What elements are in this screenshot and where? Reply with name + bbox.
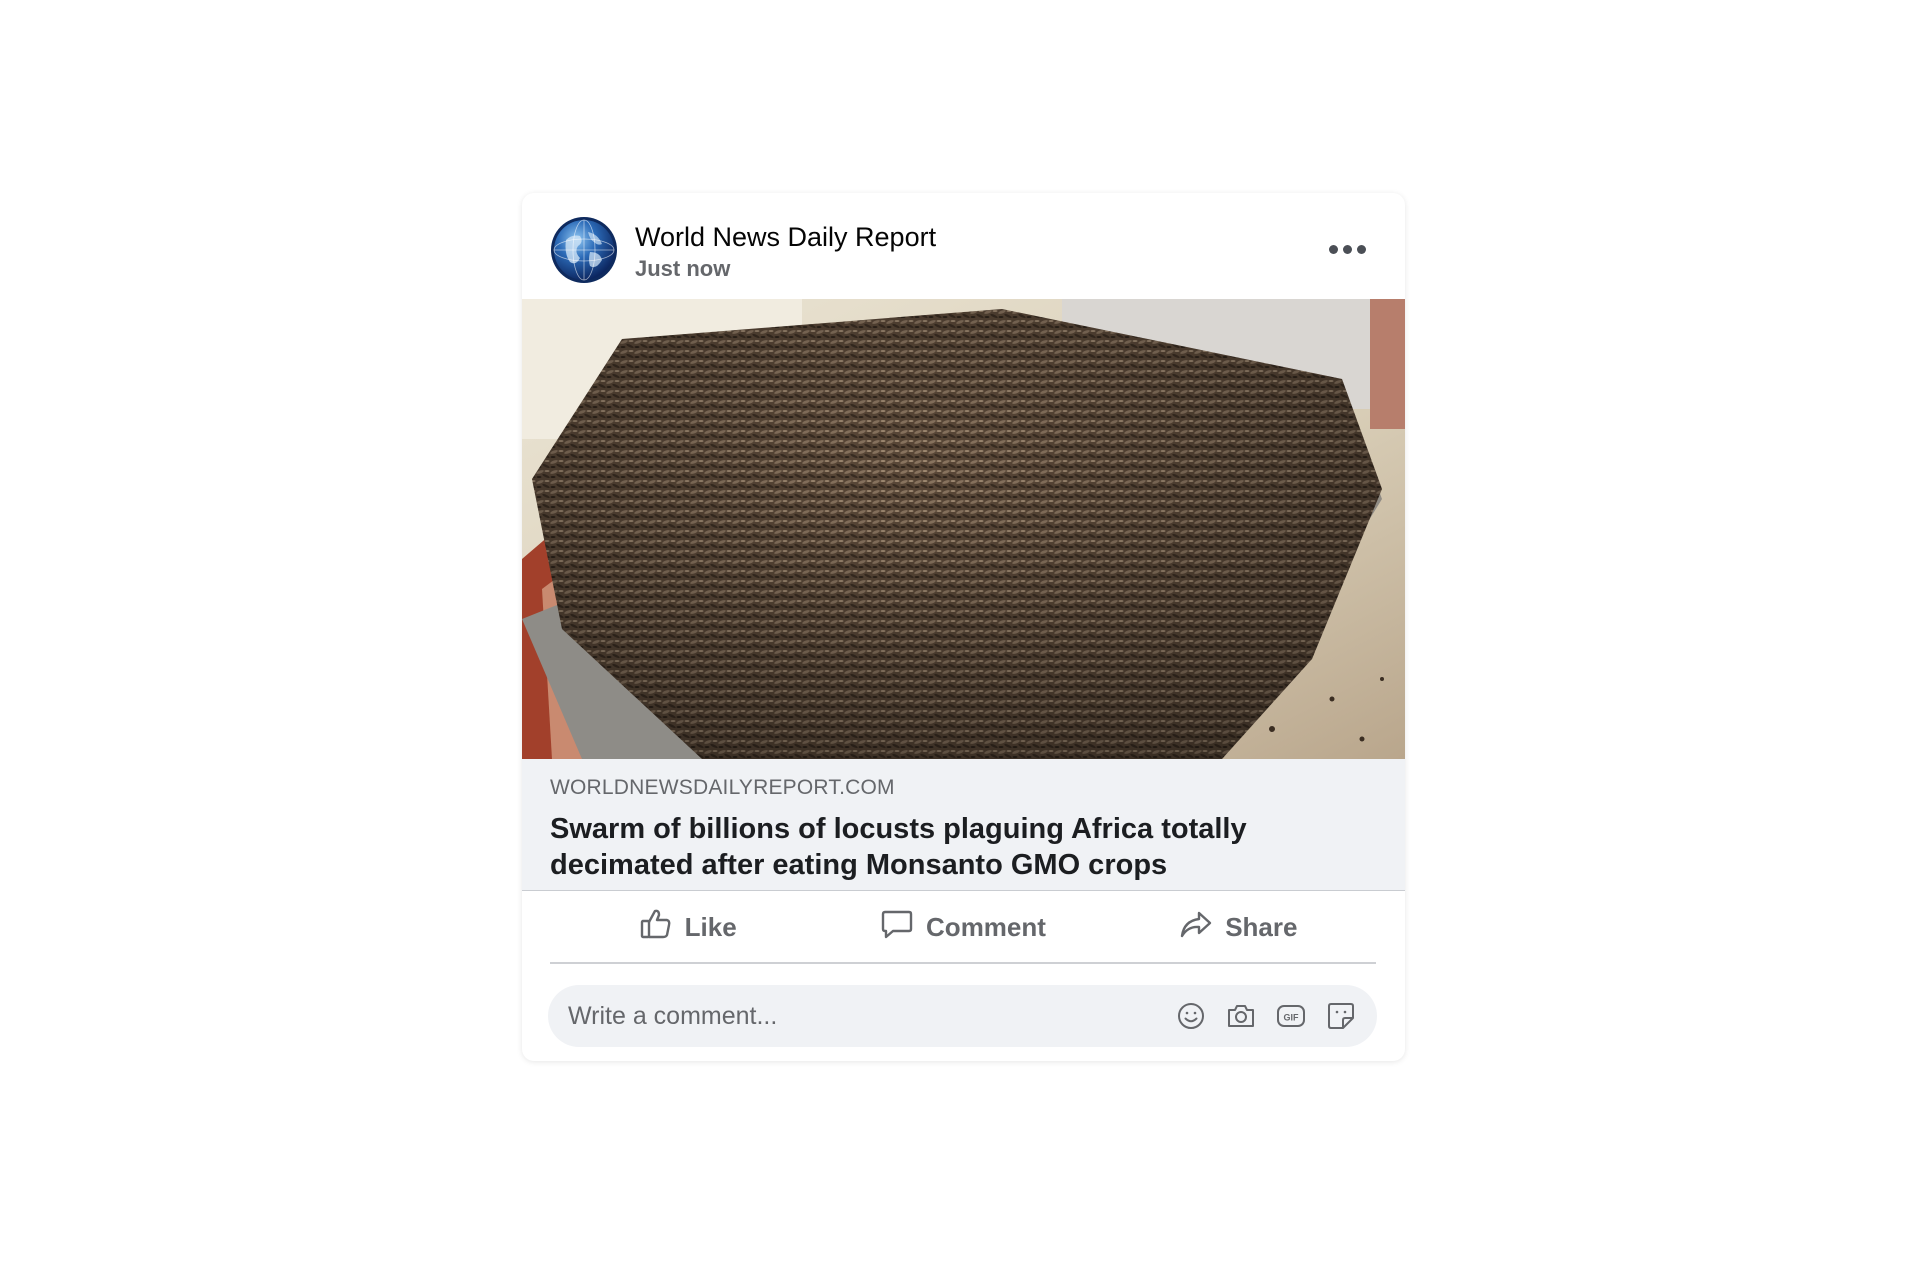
camera-icon[interactable]	[1225, 1000, 1257, 1032]
emoji-icon[interactable]	[1175, 1000, 1207, 1032]
comment-button[interactable]: Comment	[825, 892, 1100, 962]
sticker-icon[interactable]	[1325, 1000, 1357, 1032]
link-preview[interactable]: WORLDNEWSDAILYREPORT.COM Swarm of billio…	[522, 759, 1405, 891]
svg-text:GIF: GIF	[1284, 1013, 1300, 1023]
post-image[interactable]	[522, 299, 1405, 759]
share-label: Share	[1225, 911, 1298, 942]
comment-box: GIF	[548, 985, 1377, 1047]
gif-icon[interactable]: GIF	[1275, 1000, 1307, 1032]
like-button[interactable]: Like	[550, 892, 825, 962]
like-label: Like	[684, 911, 737, 942]
author-name[interactable]: World News Daily Report	[635, 222, 936, 253]
comment-input[interactable]	[548, 985, 1148, 1047]
globe-icon[interactable]	[550, 216, 618, 284]
share-arrow-icon	[1179, 907, 1213, 948]
post-header: World News Daily Report Just now	[522, 193, 1405, 299]
post-timestamp[interactable]: Just now	[635, 256, 730, 282]
post-actions-bar: Like Comment Share	[550, 892, 1376, 964]
link-domain: WORLDNEWSDAILYREPORT.COM	[550, 776, 895, 799]
comment-bubble-icon	[880, 907, 914, 948]
more-options-icon[interactable]	[1321, 231, 1373, 267]
comment-label: Comment	[926, 911, 1046, 942]
comment-tools: GIF	[1175, 985, 1357, 1047]
share-button[interactable]: Share	[1101, 892, 1376, 962]
link-title[interactable]: Swarm of billions of locusts plaguing Af…	[550, 811, 1370, 883]
post-card: World News Daily Report Just now WORLDNE…	[522, 193, 1405, 1061]
thumbs-up-icon	[639, 907, 673, 948]
